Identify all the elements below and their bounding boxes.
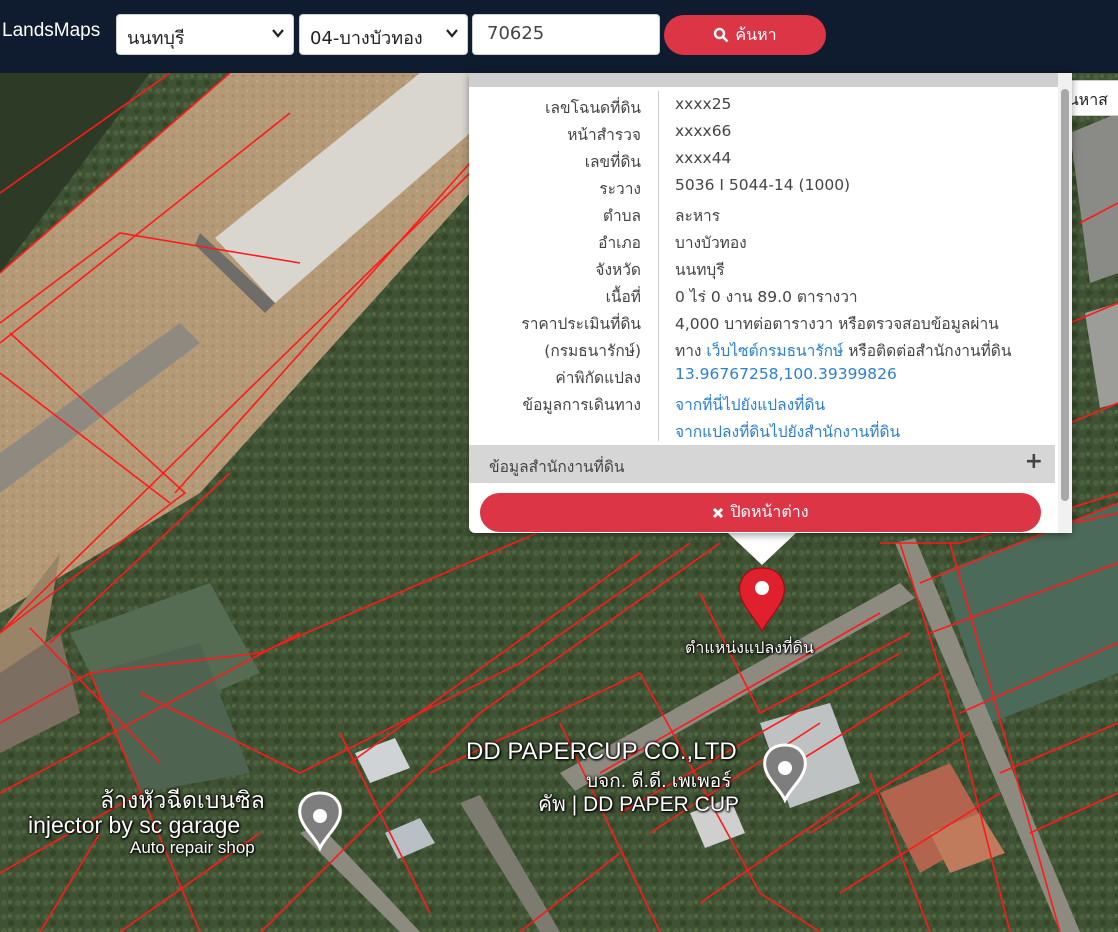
info-value: ละหาร [675,207,721,225]
brand-logo[interactable]: LandsMaps [2,20,100,42]
search-button-label: ค้นหา [735,24,777,44]
province-select-value: นนทบุรี [127,28,185,49]
province-select[interactable]: นนทบุรี [116,14,294,55]
info-key: เลขโฉนดที่ดิน [545,99,641,117]
place-category: Auto repair shop [130,838,255,857]
info-row-map-sheet: ระวาง 5036 I 5044-14 (1000) [469,172,1059,199]
popup-scrollbar-thumb[interactable] [1061,89,1069,501]
info-key: อำเภอ [598,234,641,252]
price-text-pre: ทาง [675,342,707,360]
info-value: บางบัวทอง [675,234,747,252]
info-row-province: จังหวัด นนทบุรี [469,253,1059,280]
parcel-info-popup: เลขโฉนดที่ดิน xxxx25 หน้าสำรวจ xxxx66 เล… [469,73,1072,533]
info-value: นนทบุรี [675,261,725,279]
info-row-subdistrict: ตำบล ละหาร [469,199,1059,226]
info-key: เลขที่ดิน [584,153,641,171]
district-select[interactable]: 04-บางบัวทอง [299,14,468,55]
parcel-number-value: 70625 [487,23,545,44]
info-row-land-number: เลขที่ดิน xxxx44 [469,145,1059,172]
district-select-value: 04-บางบัวทอง [310,28,423,49]
info-value: จากที่นี่ไปยังแปลงที่ดิน [675,392,825,417]
price-text-post: หรือติดต่อสำนักงานที่ดิน [843,342,1012,360]
info-key: ค่าพิกัดแปลง [555,369,641,387]
popup-pointer [728,533,796,565]
parcel-number-input[interactable]: 70625 [472,14,660,55]
info-key: เนื้อที่ [605,288,641,306]
info-key: ราคาประเมินที่ดิน [521,315,641,333]
info-key: ข้อมูลการเดินทาง [522,396,641,414]
info-row-appraisal-price: ราคาประเมินที่ดิน 4,000 บาทต่อตารางวา หร… [469,307,1059,334]
info-row-coordinates: ค่าพิกัดแปลง 13.96767258,100.39399826 [469,361,1059,388]
land-office-section-label: ข้อมูลสำนักงานที่ดิน [489,458,625,476]
search-button[interactable]: ค้นหา [664,15,826,55]
chevron-down-icon [272,29,284,38]
close-icon [713,507,724,518]
close-window-label: ปิดหน้าต่าง [730,502,809,521]
info-value: xxxx25 [675,95,732,113]
plus-icon: + [1024,449,1043,474]
info-key: จังหวัด [595,261,641,279]
coordinates-link[interactable]: 13.96767258,100.39399826 [675,365,897,383]
place-name[interactable]: injector by sc garage [28,812,240,839]
popup-scrollbar[interactable] [1058,73,1072,533]
land-office-section-toggle[interactable]: ข้อมูลสำนักงานที่ดิน + [469,445,1055,483]
info-row-directions: ข้อมูลการเดินทาง จากที่นี่ไปยังแปลงที่ดิ… [469,388,1059,415]
treasury-website-link[interactable]: เว็บไซต์กรมธนารักษ์ [706,342,843,360]
place-name[interactable]: คัพ | DD PAPER CUP [538,788,739,821]
chevron-down-icon [446,29,458,38]
info-row-survey-page: หน้าสำรวจ xxxx66 [469,118,1059,145]
close-window-button[interactable]: ปิดหน้าต่าง [480,493,1041,532]
info-value: 13.96767258,100.39399826 [675,365,897,383]
directions-to-parcel-link[interactable]: จากที่นี่ไปยังแปลงที่ดิน [675,396,825,414]
directions-to-office-link[interactable]: จากแปลงที่ดินไปยังสำนักงานที่ดิน [675,423,900,441]
top-navbar: LandsMaps นนทบุรี 04-บางบัวทอง 70625 ค้น… [0,0,1118,73]
info-value: xxxx66 [675,122,732,140]
info-row-deed-number: เลขโฉนดที่ดิน xxxx25 [469,91,1059,118]
info-key: (กรมธนารักษ์) [544,342,641,360]
info-value: ทาง เว็บไซต์กรมธนารักษ์ หรือติดต่อสำนักง… [675,338,1011,363]
info-row-area: เนื้อที่ 0 ไร่ 0 งาน 89.0 ตารางวา [469,280,1059,307]
info-value: จากแปลงที่ดินไปยังสำนักงานที่ดิน [675,419,900,444]
info-key: ตำบล [602,207,641,225]
info-row-district: อำเภอ บางบัวทอง [469,226,1059,253]
info-value: 5036 I 5044-14 (1000) [675,176,851,194]
search-icon [714,27,729,43]
marker-label: ตำแหน่งแปลงที่ดิน [685,640,814,657]
info-key: หน้าสำรวจ [567,126,641,144]
popup-header-bar [469,73,1059,87]
info-row-directions-2: จากแปลงที่ดินไปยังสำนักงานที่ดิน [469,415,1059,442]
info-value: 0 ไร่ 0 งาน 89.0 ตารางวา [675,288,858,306]
info-value: 4,000 บาทต่อตารางวา หรือตรวจสอบข้อมูลผ่า… [675,315,999,333]
info-key: ระวาง [599,180,641,198]
info-value: xxxx44 [675,149,732,167]
info-row-appraisal-source: (กรมธนารักษ์) ทาง เว็บไซต์กรมธนารักษ์ หร… [469,334,1059,361]
place-name[interactable]: DD PAPERCUP CO.,LTD [466,738,737,766]
